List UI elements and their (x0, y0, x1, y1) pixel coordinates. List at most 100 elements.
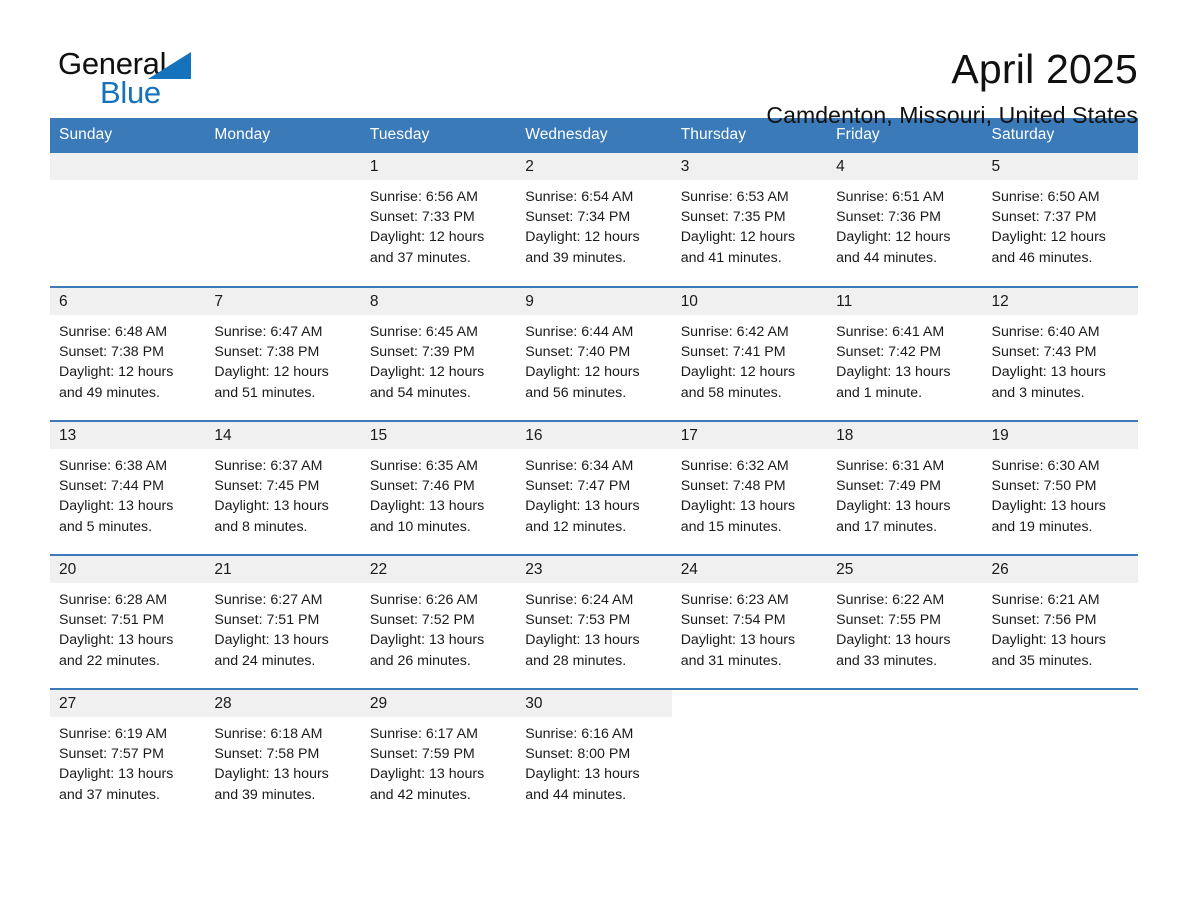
calendar-day-cell-23[interactable]: 23 Sunrise: 6:24 AM Sunset: 7:53 PM Dayligh… (516, 554, 672, 689)
day-detail-line: Daylight: 13 hours (214, 766, 329, 783)
calendar-day-cell-1[interactable]: 1 Sunrise: 6:56 AM Sunset: 7:33 PM Daylight… (360, 153, 517, 287)
calendar-day-cell-17[interactable]: 17 Sunrise: 6:32 AM Sunset: 7:48 PM Dayligh… (671, 420, 828, 555)
day-number: 19 (982, 422, 1138, 449)
calendar-day-cell-12[interactable]: 12 Sunrise: 6:40 AM Sunset: 7:43 PM Dayligh… (982, 286, 1138, 421)
day-detail-line: and 58 minutes. (680, 384, 782, 401)
day-detail-line: Sunset: 7:33 PM (369, 209, 475, 226)
calendar-day-cell-6[interactable]: 6 Sunrise: 6:48 AM Sunset: 7:38 PM Daylight… (50, 286, 206, 421)
day-detail-line: and 44 minutes. (836, 249, 938, 266)
day-detail-line: Sunrise: 6:26 AM (369, 592, 478, 608)
day-number: 28 (205, 690, 361, 717)
calendar-day-cell-16[interactable]: 16 Sunrise: 6:34 AM Sunset: 7:47 PM Dayligh… (516, 420, 672, 555)
calendar-table: Sunday Monday Tuesday Wednesday Thursday Frid… (50, 118, 1138, 813)
day-number: 26 (982, 556, 1138, 583)
calendar-day-cell-10[interactable]: 10 Sunrise: 6:42 AM Sunset: 7:41 PM Dayligh… (671, 286, 828, 421)
day-details: Sunrise: 6:24 AM Sunset: 7:53 PM Daylight:… (516, 583, 671, 671)
day-detail-line: and 24 minutes. (214, 652, 316, 669)
day-detail-line: and 26 minutes. (369, 652, 471, 669)
calendar-day-cell-8[interactable]: 8 Sunrise: 6:45 AM Sunset: 7:39 PM Daylight… (360, 286, 517, 421)
calendar-day-cell-20[interactable]: 20 Sunrise: 6:28 AM Sunset: 7:51 PM Dayligh… (50, 554, 206, 689)
calendar-day-cell-27[interactable]: 27 Sunrise: 6:19 AM Sunset: 7:57 PM Dayligh… (50, 688, 206, 813)
day-detail-line: Daylight: 13 hours (59, 498, 174, 515)
day-detail-line: Daylight: 12 hours (369, 229, 485, 246)
day-details: Sunrise: 6:26 AM Sunset: 7:52 PM Daylight:… (361, 583, 516, 671)
day-number: 15 (360, 422, 517, 449)
calendar-day-cell-15[interactable]: 15 Sunrise: 6:35 AM Sunset: 7:46 PM Dayligh… (360, 420, 517, 555)
day-detail-line: Daylight: 13 hours (525, 632, 640, 649)
day-detail-line: Daylight: 12 hours (680, 364, 796, 381)
day-number (671, 690, 828, 717)
calendar-day-cell-30[interactable]: 30 Sunrise: 6:16 AM Sunset: 8:00 PM Dayligh… (516, 688, 672, 813)
day-detail-line: Daylight: 13 hours (836, 364, 951, 381)
day-details: Sunrise: 6:40 AM Sunset: 7:43 PM Daylight:… (983, 315, 1138, 403)
calendar-day-cell-9[interactable]: 9 Sunrise: 6:44 AM Sunset: 7:40 PM Daylight… (516, 286, 672, 421)
calendar-day-cell-29[interactable]: 29 Sunrise: 6:17 AM Sunset: 7:59 PM Dayligh… (360, 688, 517, 813)
calendar-day-cell-24[interactable]: 24 Sunrise: 6:23 AM Sunset: 7:54 PM Dayligh… (671, 554, 828, 689)
calendar-day-cell-2[interactable]: 2 Sunrise: 6:54 AM Sunset: 7:34 PM Daylight… (516, 153, 672, 287)
calendar-day-cell-11[interactable]: 11 Sunrise: 6:41 AM Sunset: 7:42 PM Dayligh… (827, 286, 983, 421)
calendar-day-cell-13[interactable]: 13 Sunrise: 6:38 AM Sunset: 7:44 PM Dayligh… (50, 420, 206, 555)
day-detail-line: Daylight: 12 hours (525, 229, 640, 246)
day-details: Sunrise: 6:23 AM Sunset: 7:54 PM Daylight:… (672, 583, 827, 671)
day-number: 1 (360, 153, 517, 180)
day-detail-line: and 12 minutes. (525, 518, 627, 535)
calendar-day-cell-19[interactable]: 19 Sunrise: 6:30 AM Sunset: 7:50 PM Dayligh… (982, 420, 1138, 555)
day-detail-line: Daylight: 13 hours (369, 498, 485, 515)
day-detail-line: Sunset: 7:50 PM (991, 478, 1097, 495)
day-detail-line: Sunset: 7:56 PM (991, 612, 1097, 629)
day-detail-line: Sunrise: 6:34 AM (525, 458, 634, 474)
day-detail-line: Sunrise: 6:35 AM (369, 458, 478, 474)
day-detail-line: Daylight: 13 hours (214, 498, 329, 515)
calendar-day-cell-26[interactable]: 26 Sunrise: 6:21 AM Sunset: 7:56 PM Dayligh… (982, 554, 1138, 689)
day-detail-line: Sunset: 7:51 PM (214, 612, 320, 629)
day-detail-line: Daylight: 13 hours (369, 632, 485, 649)
generalblue-logo[interactable]: General Blue (50, 44, 210, 110)
day-detail-line: Sunrise: 6:45 AM (369, 324, 478, 340)
day-detail-line: Sunset: 7:34 PM (525, 209, 631, 226)
day-number: 20 (50, 556, 206, 583)
day-detail-line: Sunrise: 6:42 AM (680, 324, 789, 340)
day-detail-line: and 39 minutes. (214, 786, 316, 803)
calendar-day-cell-22[interactable]: 22 Sunrise: 6:26 AM Sunset: 7:52 PM Dayligh… (360, 554, 517, 689)
day-detail-line: Daylight: 13 hours (991, 364, 1106, 381)
day-detail-line: Daylight: 12 hours (680, 229, 796, 246)
day-details: Sunrise: 6:56 AM Sunset: 7:33 PM Daylight:… (361, 180, 516, 268)
day-details: Sunrise: 6:17 AM Sunset: 7:59 PM Daylight:… (361, 717, 516, 805)
day-detail-line: and 1 minute. (836, 384, 923, 401)
day-number: 6 (50, 288, 206, 315)
day-detail-line: Daylight: 13 hours (59, 632, 174, 649)
day-details: Sunrise: 6:21 AM Sunset: 7:56 PM Daylight:… (983, 583, 1138, 671)
calendar-day-cell-5[interactable]: 5 Sunrise: 6:50 AM Sunset: 7:37 PM Daylight… (982, 153, 1138, 287)
calendar-day-cell-28[interactable]: 28 Sunrise: 6:18 AM Sunset: 7:58 PM Dayligh… (205, 688, 361, 813)
calendar-day-cell-3[interactable]: 3 Sunrise: 6:53 AM Sunset: 7:35 PM Daylight… (671, 153, 828, 287)
day-details: Sunrise: 6:37 AM Sunset: 7:45 PM Daylight:… (205, 449, 360, 537)
calendar-page: General Blue April 2025 Camdenton, Misso… (0, 0, 1188, 918)
day-details: Sunrise: 6:32 AM Sunset: 7:48 PM Daylight:… (672, 449, 827, 537)
calendar-body: 1 Sunrise: 6:56 AM Sunset: 7:33 PM Daylight… (50, 153, 1138, 813)
day-detail-line: Sunrise: 6:38 AM (59, 458, 168, 474)
day-detail-line: Sunset: 7:37 PM (991, 209, 1097, 226)
calendar-day-cell-25[interactable]: 25 Sunrise: 6:22 AM Sunset: 7:55 PM Dayligh… (827, 554, 983, 689)
calendar-day-cell-4[interactable]: 4 Sunrise: 6:51 AM Sunset: 7:36 PM Daylight… (827, 153, 983, 287)
day-detail-line: and 42 minutes. (369, 786, 471, 803)
day-detail-line: Sunrise: 6:56 AM (369, 189, 478, 205)
day-detail-line: Sunset: 7:57 PM (59, 746, 164, 763)
calendar-day-cell-21[interactable]: 21 Sunrise: 6:27 AM Sunset: 7:51 PM Dayligh… (205, 554, 361, 689)
calendar-day-cell-14[interactable]: 14 Sunrise: 6:37 AM Sunset: 7:45 PM Dayligh… (205, 420, 361, 555)
calendar-empty-cell (671, 688, 828, 813)
day-number: 3 (671, 153, 828, 180)
day-detail-line: Sunset: 7:48 PM (680, 478, 786, 495)
day-detail-line: Sunrise: 6:50 AM (991, 189, 1100, 205)
day-details: Sunrise: 6:30 AM Sunset: 7:50 PM Daylight:… (983, 449, 1138, 537)
day-number (827, 690, 983, 717)
day-number: 18 (827, 422, 983, 449)
day-detail-line: Sunrise: 6:18 AM (214, 726, 323, 742)
day-detail-line: Sunset: 7:36 PM (836, 209, 941, 226)
day-number (982, 690, 1138, 717)
calendar-day-cell-7[interactable]: 7 Sunrise: 6:47 AM Sunset: 7:38 PM Daylight… (205, 286, 361, 421)
calendar-day-cell-18[interactable]: 18 Sunrise: 6:31 AM Sunset: 7:49 PM Dayligh… (827, 420, 983, 555)
day-details: Sunrise: 6:45 AM Sunset: 7:39 PM Daylight:… (361, 315, 516, 403)
day-detail-line: Sunrise: 6:37 AM (214, 458, 323, 474)
day-detail-line: Sunset: 7:59 PM (369, 746, 475, 763)
day-detail-line: Sunset: 7:58 PM (214, 746, 320, 763)
